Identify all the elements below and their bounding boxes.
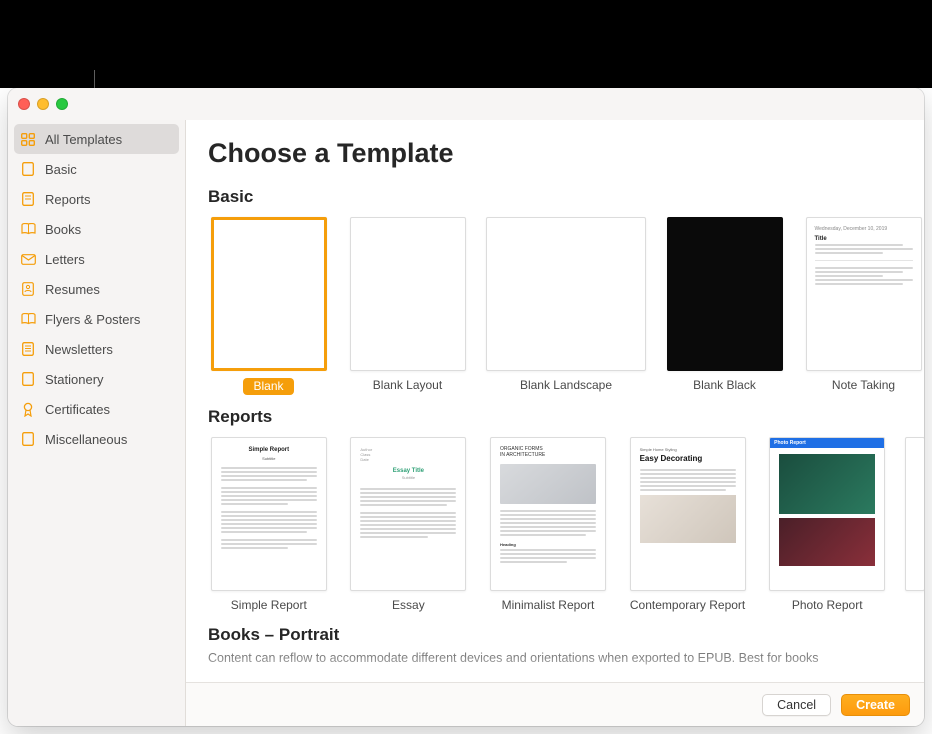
sidebar-item-label: Newsletters xyxy=(45,342,113,357)
traffic-light-close-icon[interactable] xyxy=(18,98,30,110)
template-label: Blank Landscape xyxy=(520,378,612,393)
section-subtitle-books: Content can reflow to accommodate differ… xyxy=(208,651,924,665)
template-label: Blank xyxy=(243,378,293,395)
thumb-title: Essay Title xyxy=(360,468,456,474)
sidebar-item-label: Flyers & Posters xyxy=(45,312,140,327)
template-blank-landscape[interactable]: Blank Landscape xyxy=(486,217,646,395)
sidebar-item-all-templates[interactable]: All Templates xyxy=(14,124,179,154)
template-label: Blank Black xyxy=(693,378,756,393)
template-thumb xyxy=(667,217,783,371)
sidebar-item-label: Letters xyxy=(45,252,85,267)
grid-icon xyxy=(20,132,36,146)
book-icon xyxy=(20,312,36,326)
section-title-reports: Reports xyxy=(208,407,924,427)
create-button[interactable]: Create xyxy=(841,694,910,716)
person-doc-icon xyxy=(20,282,36,296)
doc-icon xyxy=(20,162,36,176)
template-label: Note Taking xyxy=(832,378,895,393)
thumb-title: Simple Report xyxy=(221,447,317,453)
page-top-band xyxy=(0,0,932,88)
dialog-footer: Cancel Create xyxy=(186,682,924,726)
template-thumb xyxy=(486,217,646,371)
cancel-button[interactable]: Cancel xyxy=(762,694,831,716)
ribbon-icon xyxy=(20,402,36,416)
template-scroll-area[interactable]: Choose a Template Basic Blank Blank Layo… xyxy=(186,120,924,682)
template-label: Simple Report xyxy=(231,598,307,613)
sidebar-item-basic[interactable]: Basic xyxy=(8,154,185,184)
template-blank[interactable]: Blank xyxy=(208,217,329,395)
template-partial-overflow[interactable] xyxy=(906,437,924,613)
thumb-image-placeholder xyxy=(640,495,736,543)
template-main-panel: Choose a Template Basic Blank Blank Layo… xyxy=(186,120,924,726)
thumb-heading: IN ARCHITECTURE xyxy=(500,452,545,458)
template-simple-report[interactable]: Simple Report Subtitle Simple Report xyxy=(208,437,330,613)
traffic-light-minimize-icon[interactable] xyxy=(37,98,49,110)
sidebar-item-books[interactable]: Books xyxy=(8,214,185,244)
template-label: Blank Layout xyxy=(373,378,442,393)
template-row-reports: Simple Report Subtitle Simple Report xyxy=(208,437,924,613)
template-blank-layout[interactable]: Blank Layout xyxy=(347,217,468,395)
template-photo-report[interactable]: Photo Report Photo Report xyxy=(766,437,888,613)
page-title: Choose a Template xyxy=(208,138,924,169)
note-title: Title xyxy=(815,236,913,242)
thumb-image-placeholder xyxy=(779,518,875,566)
sidebar-item-label: Miscellaneous xyxy=(45,432,127,447)
template-thumb: Simple Report Subtitle xyxy=(211,437,327,591)
thumb-subtitle: Subtitle xyxy=(360,475,456,480)
sidebar-item-label: Basic xyxy=(45,162,77,177)
template-thumb xyxy=(350,217,466,371)
sidebar-item-certificates[interactable]: Certificates xyxy=(8,394,185,424)
template-thumb: AuthorClassDate Essay Title Subtitle xyxy=(350,437,466,591)
thumb-subtitle: Subtitle xyxy=(221,456,317,461)
template-blank-black[interactable]: Blank Black xyxy=(664,217,785,395)
sidebar-item-stationery[interactable]: Stationery xyxy=(8,364,185,394)
doc-icon xyxy=(20,432,36,446)
template-thumb: Photo Report xyxy=(769,437,885,591)
sidebar-item-label: Reports xyxy=(45,192,91,207)
template-label: Photo Report xyxy=(792,598,863,613)
sidebar-item-newsletters[interactable]: Newsletters xyxy=(8,334,185,364)
thumb-band: Photo Report xyxy=(770,438,884,448)
section-title-basic: Basic xyxy=(208,187,924,207)
template-label: Contemporary Report xyxy=(630,598,745,613)
template-label: Essay xyxy=(392,598,425,613)
traffic-light-zoom-icon[interactable] xyxy=(56,98,68,110)
thumb-kicker: Simple Home Styling xyxy=(640,447,736,452)
sidebar-item-flyers-posters[interactable]: Flyers & Posters xyxy=(8,304,185,334)
template-row-basic: Blank Blank Layout Blank Landscape Blank… xyxy=(208,217,924,395)
template-thumb xyxy=(211,217,327,371)
doc-icon xyxy=(20,342,36,356)
thumb-title: Easy Decorating xyxy=(640,454,736,463)
note-date: Wednesday, December 10, 2019 xyxy=(815,226,888,232)
sidebar-item-resumes[interactable]: Resumes xyxy=(8,274,185,304)
sidebar-item-label: Stationery xyxy=(45,372,104,387)
doc-icon xyxy=(20,192,36,206)
sidebar-item-label: Books xyxy=(45,222,81,237)
template-minimalist-report[interactable]: ORGANIC FORMSIN ARCHITECTURE Heading Min… xyxy=(487,437,609,613)
sidebar-item-label: Certificates xyxy=(45,402,110,417)
template-note-taking[interactable]: Wednesday, December 10, 2019 Title xyxy=(803,217,924,395)
window-body: All Templates Basic Reports Books xyxy=(8,120,924,726)
sidebar-item-miscellaneous[interactable]: Miscellaneous xyxy=(8,424,185,454)
book-icon xyxy=(20,222,36,236)
sidebar-item-label: All Templates xyxy=(45,132,122,147)
template-thumb: ORGANIC FORMSIN ARCHITECTURE Heading xyxy=(490,437,606,591)
template-thumb: Simple Home Styling Easy Decorating xyxy=(630,437,746,591)
section-title-books: Books – Portrait xyxy=(208,625,924,645)
category-sidebar: All Templates Basic Reports Books xyxy=(8,120,186,726)
template-contemporary-report[interactable]: Simple Home Styling Easy Decorating Cont… xyxy=(627,437,749,613)
sidebar-item-letters[interactable]: Letters xyxy=(8,244,185,274)
template-thumb: Wednesday, December 10, 2019 Title xyxy=(806,217,922,371)
template-label: Minimalist Report xyxy=(502,598,595,613)
template-thumb xyxy=(905,437,924,591)
template-essay[interactable]: AuthorClassDate Essay Title Subtitle Ess… xyxy=(348,437,470,613)
thumb-image-placeholder xyxy=(779,454,875,514)
window-titlebar xyxy=(8,88,924,120)
sidebar-item-reports[interactable]: Reports xyxy=(8,184,185,214)
envelope-icon xyxy=(20,252,36,266)
thumb-image-placeholder xyxy=(500,464,596,504)
sidebar-item-label: Resumes xyxy=(45,282,100,297)
doc-icon xyxy=(20,372,36,386)
template-chooser-window: All Templates Basic Reports Books xyxy=(8,88,924,726)
